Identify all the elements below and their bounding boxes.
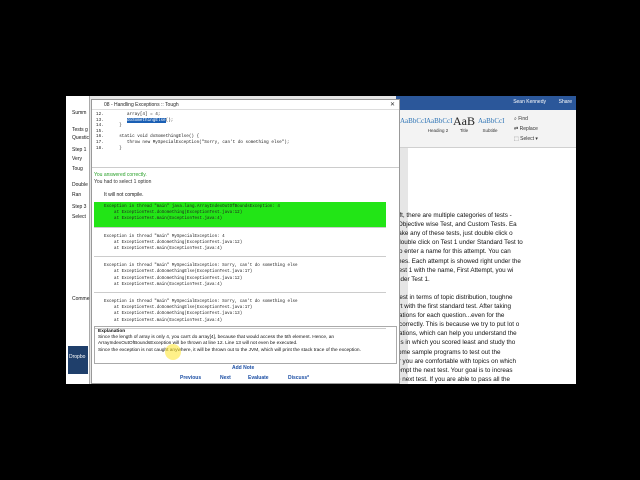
- code-line: ();: [165, 117, 174, 123]
- test-app-label: Select: [72, 214, 86, 220]
- option-3[interactable]: Exception in thread "main" MySpecialExce…: [94, 261, 386, 294]
- style-sample: AaBbCcI: [426, 117, 453, 125]
- previous-button[interactable]: Previous: [180, 375, 201, 381]
- close-icon[interactable]: ✕: [390, 101, 395, 108]
- test-app-label: Ran: [72, 192, 82, 198]
- select-label: Select: [520, 136, 535, 142]
- dialog-actions: Add Note Previous Next Evaluate Discuss*: [92, 365, 401, 384]
- replace-label: Replace: [519, 126, 538, 132]
- code-highlight: doSomethingElse: [126, 117, 166, 123]
- code-line: 14. }: [96, 123, 122, 129]
- style-subtitle[interactable]: AaBbCcI Subtitle: [478, 114, 505, 142]
- option-4[interactable]: Exception in thread "main" MySpecialExce…: [94, 297, 386, 329]
- word-share-button[interactable]: Share: [559, 99, 572, 105]
- option-2[interactable]: Exception in thread "main" MySpecialExce…: [94, 232, 386, 258]
- code-line: 15.: [96, 128, 104, 134]
- style-name: Subtitle: [482, 128, 498, 133]
- code-line: 17. throw new MySpecialException("Sorry,…: [96, 139, 290, 145]
- select-info: You had to select 1 option: [94, 179, 152, 185]
- code-line: 18. }: [96, 145, 122, 151]
- word-ribbon: AaBbCcI AaBbCcI Heading 2 AaB Title AaBb…: [396, 110, 576, 148]
- test-app-label: Dropbo: [69, 354, 86, 360]
- explanation-box: Explanation Since the length of array is…: [94, 326, 397, 364]
- style-normal[interactable]: AaBbCcI: [400, 114, 427, 142]
- code-listing: 12. array[4] = 4; 13. doSomethingElse();…: [92, 110, 399, 168]
- question-dialog: 08 - Handling Exceptions :: Tough ✕ 12. …: [91, 99, 400, 384]
- style-sample: AaB: [453, 114, 475, 128]
- code-line: 13.: [96, 117, 127, 123]
- dialog-titlebar: 08 - Handling Exceptions :: Tough ✕: [92, 100, 399, 110]
- dropbox-icon[interactable]: [68, 346, 88, 374]
- test-app-label: Summ: [72, 110, 87, 116]
- style-name: Title: [459, 128, 469, 133]
- code-line: 16. static void doSomethingElse() {: [96, 134, 200, 140]
- word-titlebar: Sean Kennedy Share: [396, 96, 576, 110]
- option-1[interactable]: Exception in thread "main" java.lang.Arr…: [94, 202, 386, 228]
- option-compile[interactable]: It will not compile.: [104, 192, 399, 198]
- style-title[interactable]: AaB Title: [452, 114, 476, 142]
- find-label: Find: [518, 116, 528, 122]
- test-app-label: Very: [72, 156, 83, 162]
- replace-command[interactable]: ⇄ Replace: [514, 126, 538, 132]
- test-app-label: Double: [72, 182, 88, 188]
- add-note-link[interactable]: Add Note: [232, 365, 254, 371]
- test-app-label: Step 3: [72, 204, 87, 210]
- discuss-button[interactable]: Discuss*: [288, 375, 309, 381]
- test-app-window: Summ Tests g Questic Step 1 Very Toug Double Ra…: [66, 96, 90, 384]
- test-app-label: Comme: [72, 296, 90, 302]
- style-heading2[interactable]: AaBbCcI Heading 2: [426, 114, 453, 142]
- test-app-label: Tests g: [72, 127, 88, 133]
- result-status: You answered correctly.: [94, 172, 147, 178]
- select-command[interactable]: ⬚ Select ▾: [514, 136, 538, 142]
- code-line: 12. array[4] = 4;: [96, 112, 161, 117]
- find-command[interactable]: ⌕ Find: [514, 116, 528, 122]
- test-app-label: Toug: [72, 166, 83, 172]
- word-user-name: Sean Kennedy: [513, 99, 546, 105]
- dialog-title: 08 - Handling Exceptions :: Tough: [104, 102, 179, 108]
- explanation-text-2: Since the exception is not caught anywhe…: [98, 347, 361, 353]
- desktop-screen: Sean Kennedy Share AaBbCcI AaBbCcI Headi…: [66, 96, 576, 384]
- test-app-label: Questic: [72, 135, 89, 141]
- cursor-highlight: [165, 344, 181, 360]
- style-name: Heading 2: [427, 128, 449, 133]
- style-sample: AaBbCcI: [400, 117, 427, 125]
- result-panel: You answered correctly. You had to selec…: [92, 168, 399, 329]
- next-button[interactable]: Next: [220, 375, 231, 381]
- explanation-text-1: Since the length of array is only 4, you…: [98, 335, 335, 347]
- style-sample: AaBbCcI: [478, 117, 505, 125]
- test-app-label: Step 1: [72, 147, 87, 153]
- evaluate-button[interactable]: Evaluate: [248, 375, 269, 381]
